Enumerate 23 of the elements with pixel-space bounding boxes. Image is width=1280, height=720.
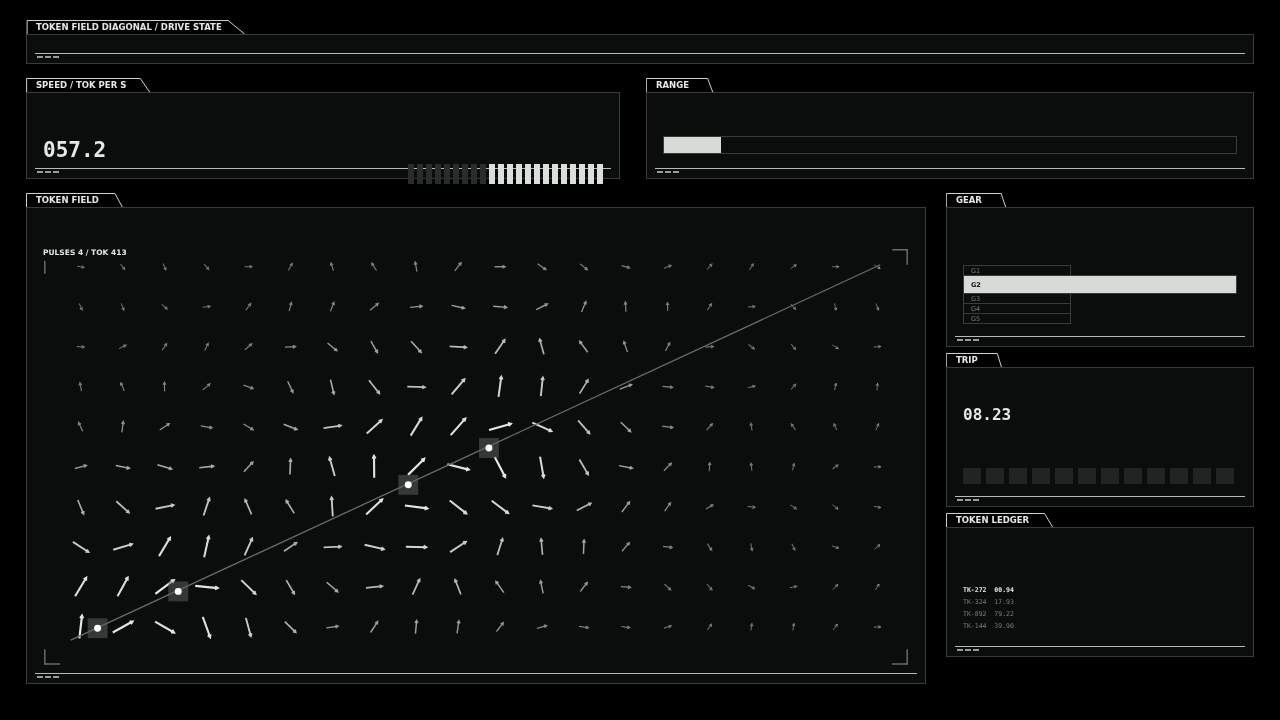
panel-title: TOKEN LEDGER: [946, 513, 1054, 527]
trip-value: 08.23: [963, 405, 1013, 424]
corner-bracket: [891, 648, 908, 665]
dash-marks: [957, 499, 979, 502]
dash-marks: [957, 339, 979, 342]
dash-marks: [657, 171, 679, 174]
panel-title: TOKEN FIELD DIAGONAL / DRIVE STATE: [26, 20, 246, 34]
dash-marks: [37, 171, 59, 174]
panel-title: SPEED / TOK PER S: [26, 78, 151, 92]
pulse-marker: [168, 581, 189, 602]
dash-marks: [37, 676, 59, 679]
speed-value: 057.2: [43, 138, 107, 162]
panel-title: TRIP: [946, 353, 1002, 367]
panel-title: TOKEN FIELD: [26, 193, 123, 207]
corner-bracket: [891, 249, 908, 266]
panel-title: RANGE: [646, 78, 714, 92]
pulse-marker: [87, 618, 108, 639]
corner-bracket: [44, 648, 61, 665]
dash-marks: [37, 56, 59, 59]
panel-title: GEAR: [946, 193, 1006, 207]
pulse-marker: [398, 474, 419, 495]
pulse-marker: [479, 438, 499, 458]
dash-marks: [957, 649, 979, 652]
